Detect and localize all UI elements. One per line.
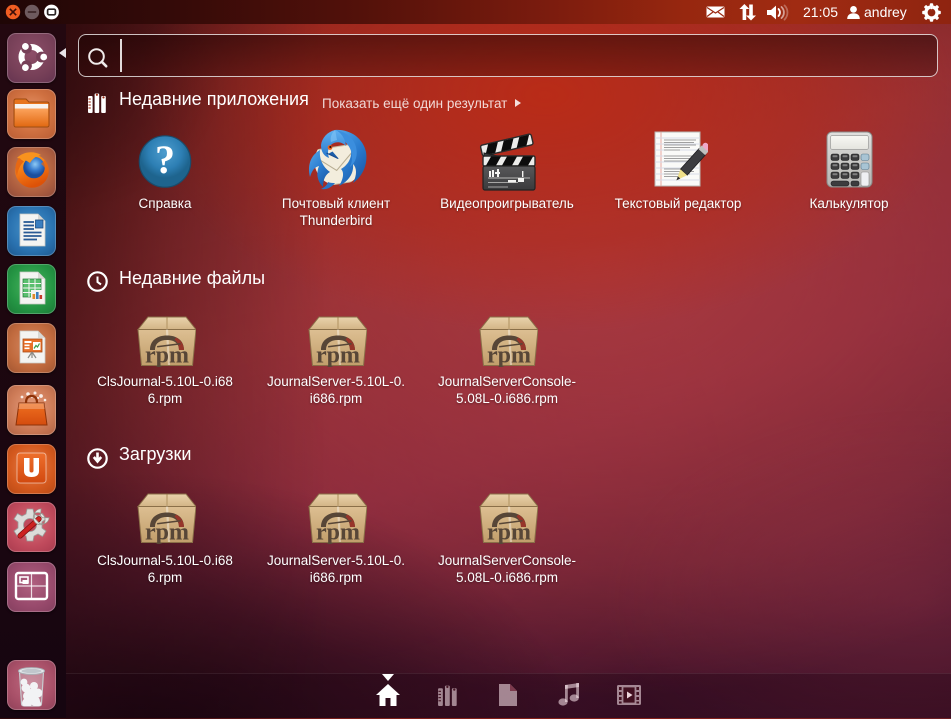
svg-text:?: ? bbox=[155, 137, 175, 182]
